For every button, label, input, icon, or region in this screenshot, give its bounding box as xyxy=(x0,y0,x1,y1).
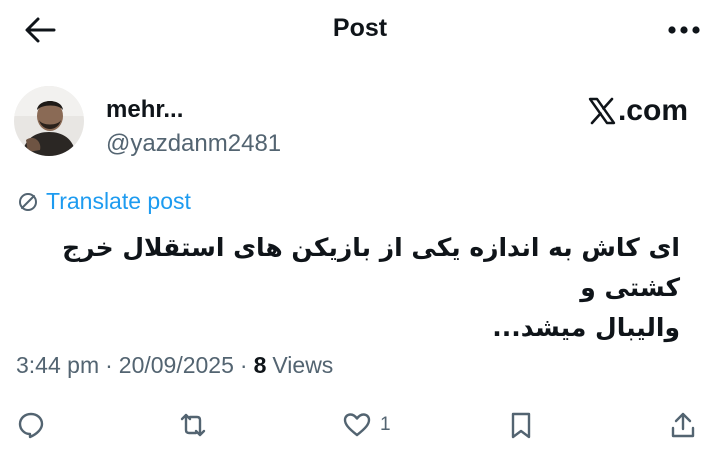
page-title: Post xyxy=(332,14,388,42)
globe-icon xyxy=(19,192,37,211)
share-button[interactable] xyxy=(668,408,698,442)
translate-post-label: Translate post xyxy=(46,188,191,214)
meta-separator: · xyxy=(105,352,113,378)
meta-separator: · xyxy=(239,352,248,378)
retweet-icon xyxy=(180,413,206,437)
brand-label: .com xyxy=(617,94,688,127)
x-logo-icon xyxy=(588,97,616,125)
views-count: 8 xyxy=(253,352,267,378)
top-bar: Post xyxy=(0,0,720,60)
bookmark-icon xyxy=(511,412,531,439)
heart-icon xyxy=(343,413,371,437)
translate-post-link[interactable]: Translate post xyxy=(16,188,191,215)
more-options-button[interactable] xyxy=(662,16,706,44)
user-avatar xyxy=(14,86,84,156)
post-time[interactable]: 3:44 pm xyxy=(16,352,99,379)
reply-icon xyxy=(18,412,44,439)
post-page: Post mehr... @yazdanm2481 .com Translate… xyxy=(0,0,720,475)
share-icon xyxy=(671,412,695,438)
views-label: Views xyxy=(272,352,334,378)
post-date[interactable]: 20/09/2025 xyxy=(119,352,234,379)
author-handle[interactable]: @yazdanm2481 xyxy=(106,130,281,158)
like-count: 1 xyxy=(380,414,391,435)
retweet-button[interactable] xyxy=(178,408,208,442)
author-name[interactable]: mehr... xyxy=(106,96,183,124)
post-meta: 3:44 pm · 20/09/2025 · 8 Views xyxy=(16,352,333,379)
post-text: ای کاش به اندازه یکی از بازیکن های استقل… xyxy=(30,228,680,348)
action-bar: 1 xyxy=(0,400,720,450)
post-text-line: والیبال میشد... xyxy=(492,313,680,342)
more-horizontal-icon xyxy=(668,26,700,34)
bookmark-button[interactable] xyxy=(506,408,536,442)
like-button[interactable]: 1 xyxy=(342,408,391,442)
brand-watermark: .com xyxy=(588,94,688,128)
avatar[interactable] xyxy=(14,86,84,156)
post-text-line: ای کاش به اندازه یکی از بازیکن های استقل… xyxy=(62,233,680,302)
reply-button[interactable] xyxy=(16,408,46,442)
